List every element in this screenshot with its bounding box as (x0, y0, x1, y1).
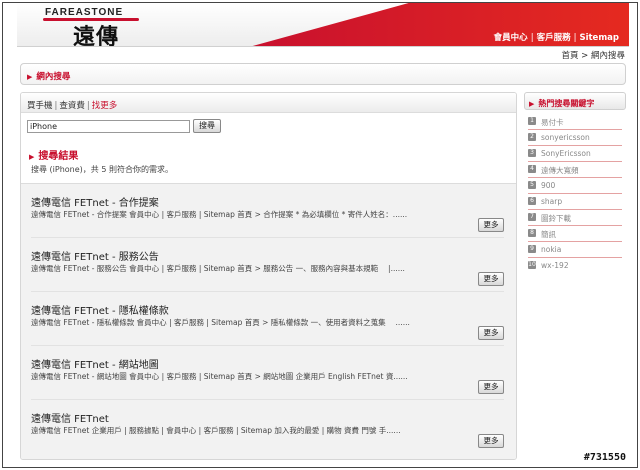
result-title[interactable]: 遠傳電信 FETnet - 合作提案 (31, 194, 159, 209)
rank-badge: 3 (528, 149, 536, 157)
search-tabs: 買手機 | 查資費 | 找更多 (21, 93, 516, 113)
logo-chinese[interactable]: 遠傳 (73, 19, 119, 46)
hot-keyword-item[interactable]: 8 簡訊 (528, 226, 622, 242)
rank-badge: 7 (528, 213, 536, 221)
search-input[interactable] (27, 120, 190, 133)
results-title: 搜尋結果 (38, 151, 79, 162)
results-summary: 搜尋 (iPhone)，共 5 則符合你的需求。 (31, 165, 173, 174)
result-item: 遠傳電信 FETnet - 服務公告 遠傳電信 FETnet - 服務公告 會員… (21, 238, 516, 292)
hot-keyword-item[interactable]: 6 sharp (528, 194, 622, 210)
hot-keywords-title: 熱門搜尋關鍵字 (538, 99, 595, 108)
hot-keyword-item[interactable]: 4 遠傳大寬頻 (528, 162, 622, 178)
result-snippet: 遠傳電信 FETnet 企業用戶 | 服務據點 | 會員中心 | 客戶服務 | … (31, 426, 401, 435)
rank-badge: 8 (528, 229, 536, 237)
top-nav: 會員中心 | 客戶服務 | Sitemap (494, 31, 619, 43)
nav-separator: | (573, 33, 577, 43)
keyword-label[interactable]: 900 (541, 181, 555, 190)
triangle-right-icon: ▶ (29, 153, 35, 161)
search-main-panel: 買手機|查資費|找更多 搜尋 ▶搜尋結果 搜尋 (iPhone)，共 5 則符合… (20, 92, 517, 460)
keyword-label[interactable]: 易付卡 (541, 117, 564, 128)
browser-frame: FAREASTONE 遠傳 會員中心 | 客戶服務 | Sitemap 首頁 > 網內搜… (2, 2, 638, 468)
site-search-heading: ▶ 網內搜尋 (27, 70, 70, 82)
nav-separator: | (530, 33, 534, 43)
search-button[interactable]: 搜尋 (193, 119, 221, 133)
result-item: 遠傳電信 FETnet 遠傳電信 FETnet 企業用戶 | 服務據點 | 會員… (21, 400, 516, 454)
hot-keyword-item[interactable]: 1 易付卡 (528, 114, 622, 130)
hot-keyword-item[interactable]: 9 nokia (528, 242, 622, 258)
more-button[interactable]: 更多 (478, 218, 504, 232)
nav-customer-service[interactable]: 客戶服務 (537, 33, 571, 43)
tab-buy-phone[interactable]: 買手機 (27, 101, 53, 111)
site-search-title: 網內搜尋 (36, 72, 71, 82)
tab-separator: | (86, 101, 90, 111)
rank-badge: 1 (528, 117, 536, 125)
more-button[interactable]: 更多 (478, 272, 504, 286)
hot-keyword-item[interactable]: 7 圖鈴下載 (528, 210, 622, 226)
nav-member-center[interactable]: 會員中心 (494, 33, 528, 43)
site-search-bar: ▶ 網內搜尋 (20, 63, 626, 85)
results-heading: ▶ 搜尋結果 (29, 147, 78, 162)
triangle-right-icon: ▶ (27, 73, 33, 81)
result-snippet: 遠傳電信 FETnet - 服務公告 會員中心 | 客戶服務 | Sitemap… (31, 264, 405, 273)
result-snippet: 遠傳電信 FETnet - 隱私權條款 會員中心 | 客戶服務 | Sitema… (31, 318, 410, 327)
result-item: 遠傳電信 FETnet - 網站地圖 遠傳電信 FETnet - 網站地圖 會員… (21, 346, 516, 400)
image-id-watermark: #731550 (582, 452, 627, 463)
logo-wordmark[interactable]: FAREASTONE (45, 7, 123, 18)
keyword-label[interactable]: 簡訊 (541, 229, 556, 240)
keyword-label[interactable]: 圖鈴下載 (541, 213, 571, 224)
rank-badge: 2 (528, 133, 536, 141)
keyword-label[interactable]: 遠傳大寬頻 (541, 165, 579, 176)
nav-sitemap[interactable]: Sitemap (579, 33, 619, 43)
result-title[interactable]: 遠傳電信 FETnet - 服務公告 (31, 248, 159, 263)
rank-badge: 10 (528, 261, 536, 269)
result-title[interactable]: 遠傳電信 FETnet (31, 410, 109, 425)
result-snippet: 遠傳電信 FETnet - 合作提案 會員中心 | 客戶服務 | Sitemap… (31, 210, 408, 219)
result-snippet: 遠傳電信 FETnet - 網站地圖 會員中心 | 客戶服務 | Sitemap… (31, 372, 408, 381)
result-item: 遠傳電信 FETnet - 隱私權條款 遠傳電信 FETnet - 隱私權條款 … (21, 292, 516, 346)
more-button[interactable]: 更多 (478, 434, 504, 448)
hot-keyword-item[interactable]: 10 wx-192 (528, 258, 622, 274)
triangle-right-icon: ▶ (529, 100, 535, 108)
result-item: 遠傳電信 FETnet - 合作提案 遠傳電信 FETnet - 合作提案 會員… (21, 184, 516, 238)
hot-keywords-heading: ▶ 熱門搜尋關鍵字 (524, 92, 626, 110)
site-header: FAREASTONE 遠傳 會員中心 | 客戶服務 | Sitemap (17, 3, 629, 47)
hot-keywords-panel: ▶ 熱門搜尋關鍵字 1 易付卡 2 sonyericsson 3 SonyEricsso… (524, 92, 626, 272)
breadcrumb: 首頁 > 網內搜尋 (561, 51, 625, 61)
rank-badge: 5 (528, 181, 536, 189)
tab-check-rates[interactable]: 查資費 (59, 101, 85, 111)
hot-keyword-item[interactable]: 5 900 (528, 178, 622, 194)
keyword-label[interactable]: sonyericsson (541, 133, 590, 142)
keyword-label[interactable]: sharp (541, 197, 562, 206)
result-title[interactable]: 遠傳電信 FETnet - 隱私權條款 (31, 302, 169, 317)
tab-separator: | (54, 101, 58, 111)
more-button[interactable]: 更多 (478, 380, 504, 394)
keyword-label[interactable]: wx-192 (541, 261, 569, 270)
keyword-label[interactable]: nokia (541, 245, 561, 254)
hot-keyword-item[interactable]: 2 sonyericsson (528, 130, 622, 146)
rank-badge: 9 (528, 245, 536, 253)
keyword-label[interactable]: SonyEricsson (541, 149, 591, 158)
tab-find-more[interactable]: 找更多 (92, 101, 118, 111)
hot-keyword-item[interactable]: 3 SonyEricsson (528, 146, 622, 162)
rank-badge: 6 (528, 197, 536, 205)
rank-badge: 4 (528, 165, 536, 173)
result-title[interactable]: 遠傳電信 FETnet - 網站地圖 (31, 356, 159, 371)
results-list: 遠傳電信 FETnet - 合作提案 遠傳電信 FETnet - 合作提案 會員… (21, 183, 516, 459)
more-button[interactable]: 更多 (478, 326, 504, 340)
